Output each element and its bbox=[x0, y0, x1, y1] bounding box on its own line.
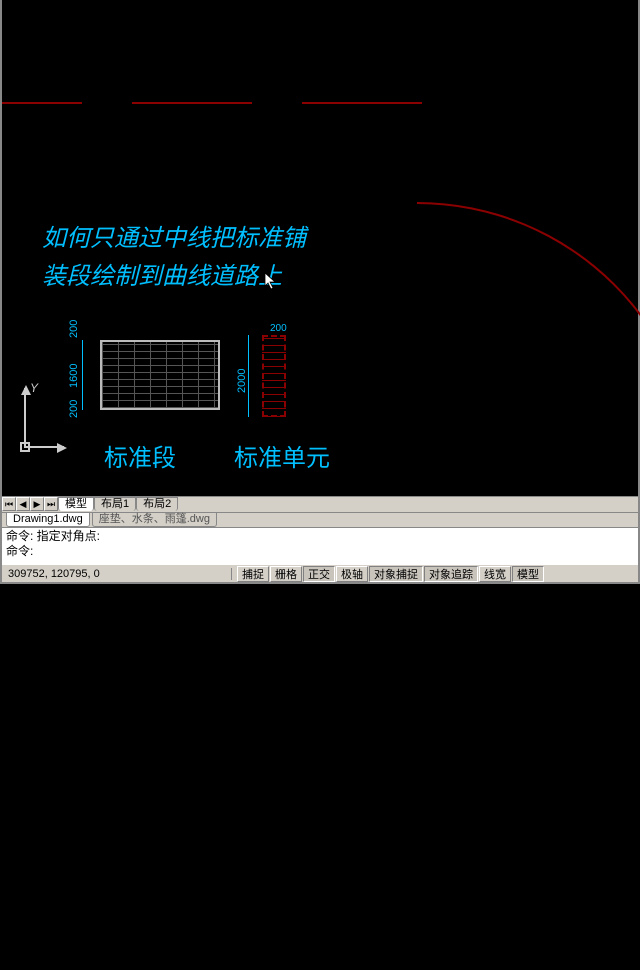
tab-next-button[interactable]: ▶ bbox=[30, 497, 44, 511]
tab-prev-button[interactable]: ◀ bbox=[16, 497, 30, 511]
tab-layout2[interactable]: 布局2 bbox=[136, 497, 178, 511]
toggle-polar[interactable]: 极轴 bbox=[336, 566, 368, 582]
unit-column bbox=[262, 335, 286, 417]
drawing-canvas[interactable]: 如何只通过中线把标准铺 装段绘制到曲线道路上 200 1600 200 2000… bbox=[2, 0, 638, 496]
coords-readout: 309752, 120795, 0 bbox=[2, 568, 232, 580]
annotation-line2: 装段绘制到曲线道路上 bbox=[42, 258, 306, 296]
toggle-snap[interactable]: 捕捉 bbox=[237, 566, 269, 582]
ucs-y-label: Y bbox=[30, 381, 38, 395]
annotation-line1: 如何只通过中线把标准铺 bbox=[42, 220, 306, 258]
toggle-lineweight[interactable]: 线宽 bbox=[479, 566, 511, 582]
road-line-segment bbox=[302, 102, 422, 104]
standard-unit-block: 2000 200 bbox=[262, 335, 286, 417]
status-bar: 309752, 120795, 0 捕捉 栅格 正交 极轴 对象捕捉 对象追踪 … bbox=[2, 564, 638, 582]
tab-layout1[interactable]: 布局1 bbox=[94, 497, 136, 511]
road-curve bbox=[92, 0, 640, 970]
dim-line bbox=[82, 340, 83, 410]
road-line-segment bbox=[2, 102, 82, 104]
road-line-segment bbox=[132, 102, 252, 104]
tab-last-button[interactable]: ⏭ bbox=[44, 497, 58, 511]
annotation-text: 如何只通过中线把标准铺 装段绘制到曲线道路上 bbox=[42, 220, 306, 297]
standard-segment-block: 200 1600 200 bbox=[100, 340, 220, 410]
file-tab-active[interactable]: Drawing1.dwg bbox=[6, 513, 90, 527]
toggle-otrack[interactable]: 对象追踪 bbox=[424, 566, 478, 582]
toggle-grid[interactable]: 栅格 bbox=[270, 566, 302, 582]
segment-label: 标准段 bbox=[104, 438, 176, 473]
command-prompt-line: 命令: bbox=[6, 544, 634, 559]
ucs-icon: Y bbox=[12, 376, 72, 456]
unit-label: 标准单元 bbox=[234, 438, 330, 473]
toggle-ortho[interactable]: 正交 bbox=[303, 566, 335, 582]
dim-value: 200 bbox=[68, 320, 80, 338]
toggle-model[interactable]: 模型 bbox=[512, 566, 544, 582]
file-tab-bar: Drawing1.dwg 座垫、水条、雨篷.dwg bbox=[2, 512, 638, 528]
dim-value: 2000 bbox=[236, 369, 248, 393]
file-tab-inactive[interactable]: 座垫、水条、雨篷.dwg bbox=[92, 513, 217, 527]
toggle-osnap[interactable]: 对象捕捉 bbox=[369, 566, 423, 582]
dim-line bbox=[248, 335, 249, 417]
layout-tab-bar: ⏮ ◀ ▶ ⏭ 模型 布局1 布局2 bbox=[2, 496, 638, 512]
dim-value: 200 bbox=[270, 323, 287, 334]
command-history-line: 命令: 指定对角点: bbox=[6, 529, 634, 544]
tab-model[interactable]: 模型 bbox=[58, 497, 94, 511]
bottom-panel: ⏮ ◀ ▶ ⏭ 模型 布局1 布局2 Drawing1.dwg 座垫、水条、雨篷… bbox=[2, 496, 638, 582]
command-panel[interactable]: 命令: 指定对角点: 命令: bbox=[2, 527, 638, 564]
hatch-rectangle bbox=[100, 340, 220, 410]
tab-first-button[interactable]: ⏮ bbox=[2, 497, 16, 511]
